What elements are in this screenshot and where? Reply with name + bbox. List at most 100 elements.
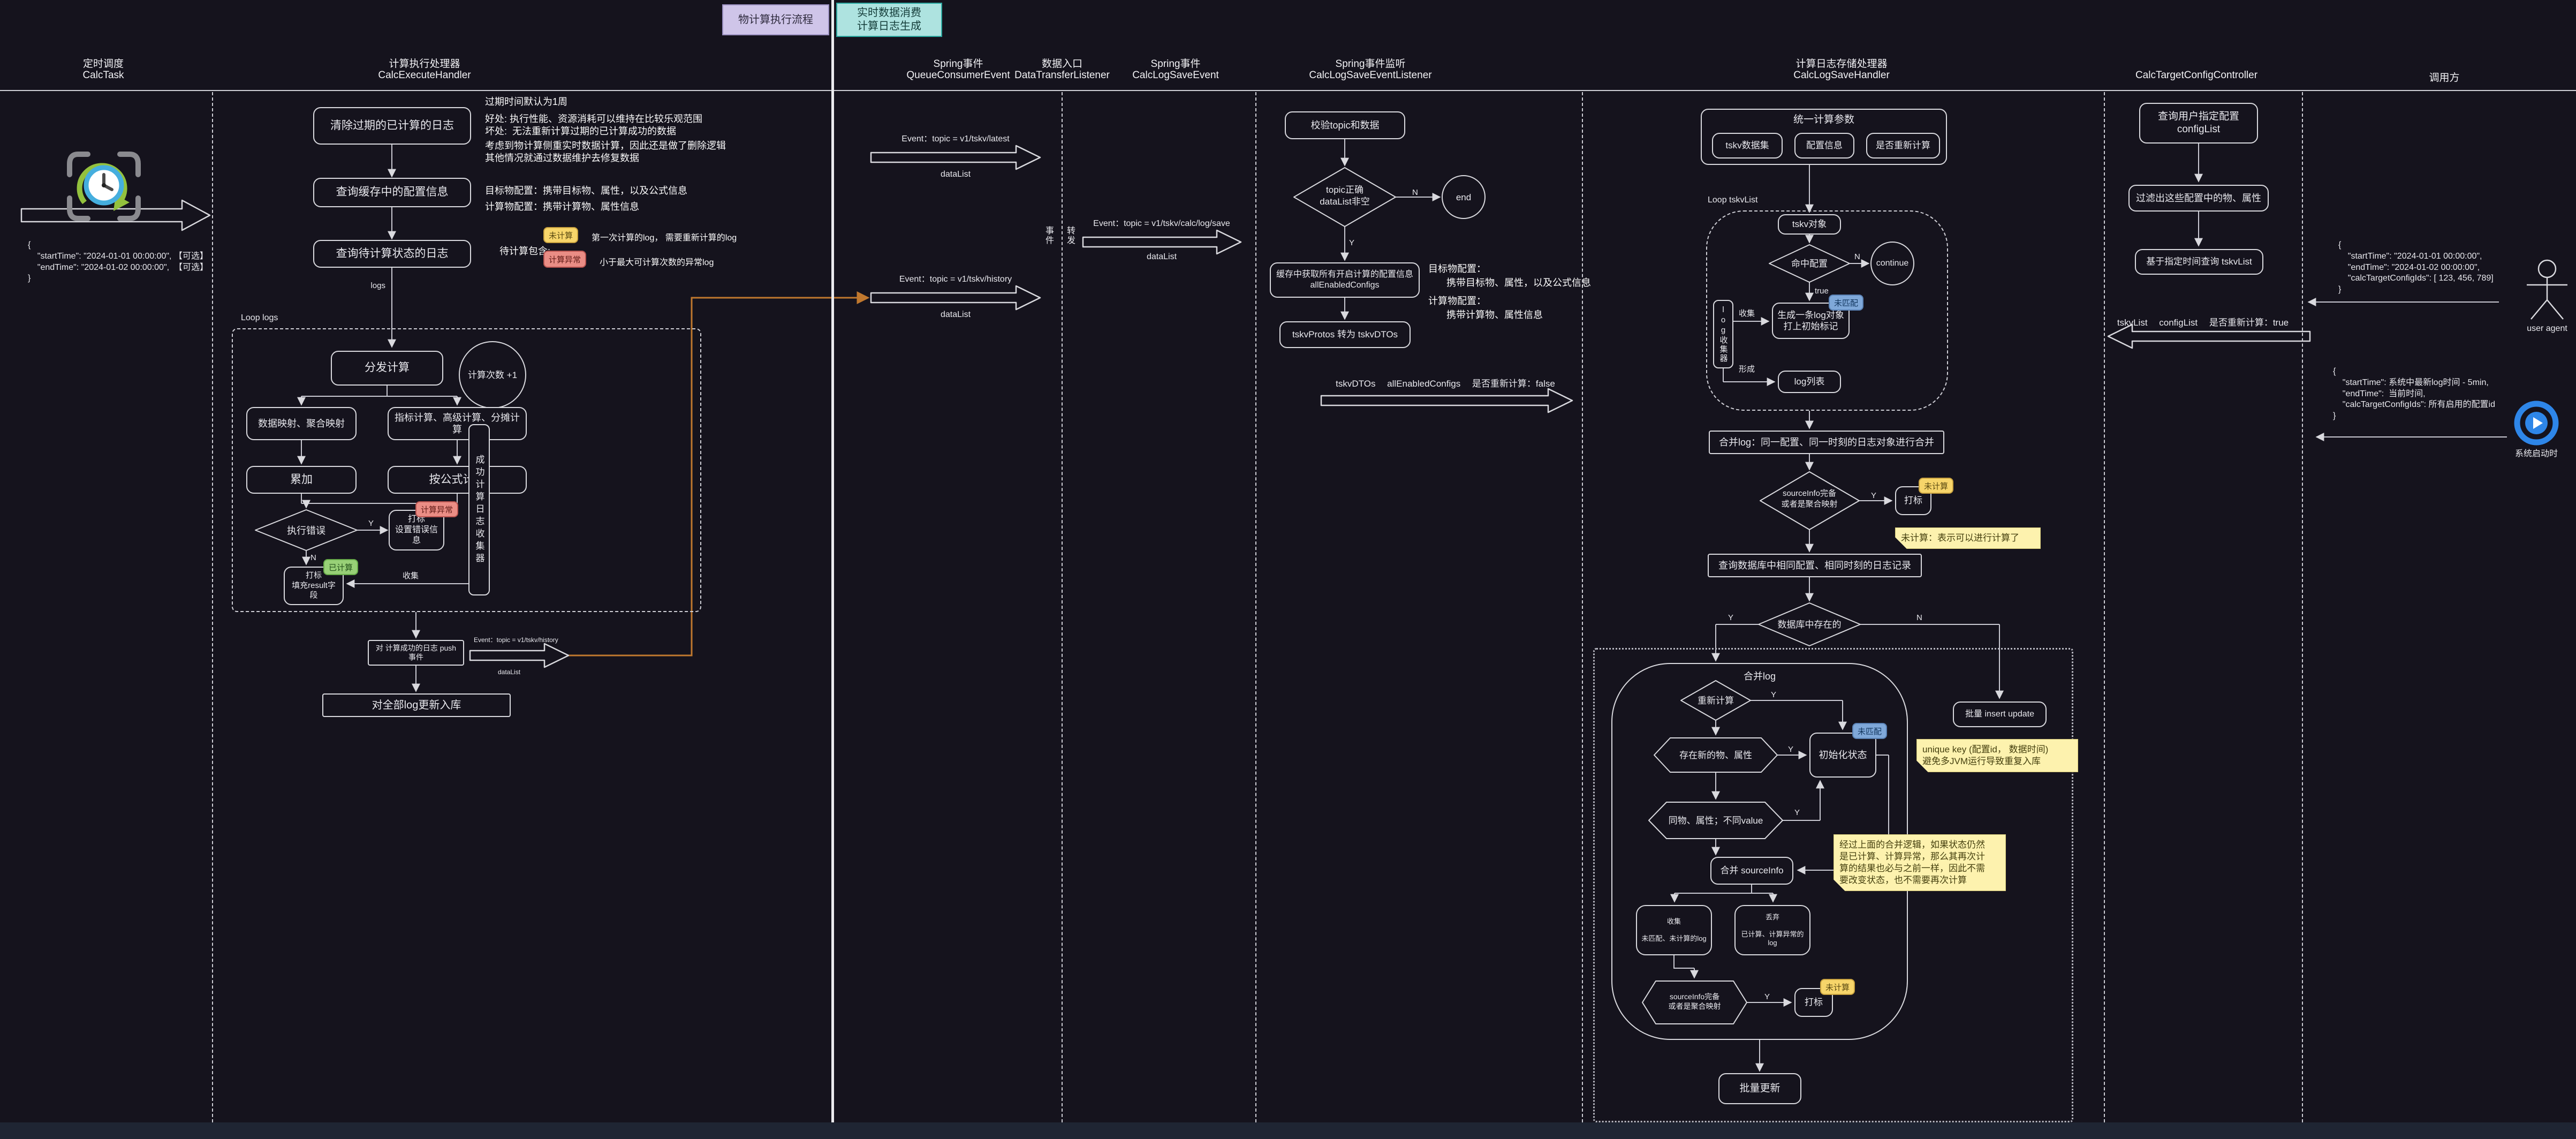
badge-calc-error: 计算异常 [543, 251, 586, 268]
calctask-request-json: { "startTime": "2024-01-01 00:00:00", 【可… [28, 240, 208, 284]
loop-logs-label: Loop logs [241, 313, 278, 324]
hit-config-diamond-label: 命中配置 [1772, 258, 1847, 270]
topic-check-yes: Y [1349, 238, 1354, 248]
hit-config-no: N [1854, 252, 1860, 262]
handler-collect-label: 收集 [1739, 308, 1755, 319]
badge-unmatched: 未匹配 [1829, 295, 1863, 311]
badge-unmatched-2: 未匹配 [1852, 723, 1887, 739]
legend-calc-flow: 物计算执行流程 [722, 4, 829, 35]
srcinfo-diamond-label: sourceInfo完备 或者是聚合映射 [1760, 488, 1859, 509]
logs-label: logs [353, 281, 385, 291]
listener-note-calc-1: 计算物配置： [1428, 293, 1486, 307]
loglist-box: log列表 [1778, 371, 1841, 393]
success-log-collector: 成功计算日志收集器 [468, 424, 490, 595]
event-history-datalist: dataList [862, 310, 1049, 321]
header-calctask-en: CalcTask [0, 70, 210, 81]
badge-uncalculated: 未计算 [543, 227, 578, 243]
note-bad: 坏处: 无法重新计算过期的已计算成功的数据 [485, 124, 676, 138]
note-target-config: 目标物配置：携带目标物、属性，以及公式信息 [485, 183, 687, 197]
tskv-object-box: tskv对象 [1778, 214, 1841, 235]
badge-calculated: 已计算 [323, 559, 358, 575]
calc-count-label: 计算次数 +1 [455, 369, 530, 381]
recalc-yes: Y [1771, 690, 1776, 700]
hit-config-true: true [1815, 286, 1829, 297]
step-accumulate: 累加 [246, 466, 357, 494]
step-query-user-config: 查询用户指定配置 configList [2139, 103, 2258, 144]
lifeline-2 [1062, 92, 1063, 1122]
header-handler-zh: 计算日志存储处理器 [1734, 56, 1949, 70]
note-pending-includes: 待计算包含: [499, 244, 550, 258]
header-exec-zh: 计算执行处理器 [317, 56, 532, 70]
exec-error-yes: Y [368, 518, 374, 529]
same-diff-yes: Y [1794, 808, 1800, 818]
lifeline-4 [1582, 92, 1583, 1122]
step-push-success-logs: 对 计算成功的日志 push事件 [368, 640, 464, 666]
listener-note-target-1: 目标物配置： [1428, 261, 1486, 275]
topic-check-diamond-label: topic正确 dataList非空 [1297, 184, 1393, 208]
exist-no: N [1916, 613, 1922, 623]
listener-note-target-2: 携带目标物、属性，以及公式信息 [1446, 275, 1591, 289]
event-save-label: Event：topic = v1/tskv/calc/log/save [1071, 218, 1253, 230]
controller-pass-label: tskvList configList 是否重新计算：true [2109, 317, 2297, 329]
step-update-all-logs: 对全部log更新入库 [322, 693, 511, 717]
listener-note-calc-2: 携带计算物、属性信息 [1446, 307, 1543, 321]
batch-insert-box: 批量 insert update [1953, 701, 2047, 727]
header-exec-en: CalcExecuteHandler [317, 70, 532, 81]
batch-update-box: 批量更新 [1718, 1073, 1801, 1104]
new-attr-yes: Y [1788, 744, 1793, 755]
same-diff-hex-label: 同物、属性；不同value [1649, 815, 1783, 827]
init-state-box: 初始化状态 [1809, 733, 1876, 778]
header-separator [0, 90, 2576, 91]
exist-diamond-label: 数据库中存在的 [1761, 619, 1858, 631]
exec-error-diamond-label: 执行错误 [263, 525, 349, 537]
discard-logs-box: 丢弃 已计算、计算异常的log [1734, 905, 1810, 955]
system-start-label: 系统启动时 [2499, 449, 2574, 460]
step-data-mapping: 数据映射、聚合映射 [246, 407, 357, 440]
end-circle-label: end [1442, 192, 1485, 203]
mergelog-title: 合并log [1611, 670, 1908, 683]
lifeline-6 [2302, 92, 2303, 1122]
event-latest-datalist: dataList [862, 169, 1049, 180]
merge-srcinfo-box: 合并 sourceInfo [1710, 857, 1793, 885]
bottom-bar [0, 1122, 2576, 1139]
exec-error-no: N [310, 553, 316, 563]
collect-label: 收集 [403, 571, 419, 582]
uncalculated-desc: 第一次计算的log， 需要重新计算的log [592, 230, 737, 243]
push-datalist-label: dataList [498, 668, 520, 677]
user-agent-icon [2527, 260, 2567, 319]
note-unique-key: unique key (配置id， 数据时间) 避免多JVM运行导致重复入库 [1916, 739, 2078, 772]
step-query-tskvlist: 基于指定时间查询 tskvList [2135, 249, 2263, 275]
step-query-cached-config: 查询缓存中的配置信息 [313, 178, 471, 207]
event-save-datalist: dataList [1071, 252, 1253, 263]
step-metric-calc: 指标计算、高级计算、分摊计算 [388, 407, 527, 440]
param-tskv-dataset: tskv数据集 [1712, 133, 1783, 159]
lifeline-5 [2104, 92, 2105, 1122]
topic-check-no: N [1412, 187, 1418, 198]
step-clean-expired-logs: 清除过期的已计算的日志 [313, 107, 471, 145]
header-caller: 调用方 [2337, 70, 2551, 84]
calc-error-desc: 小于最大可计算次数的异常log [600, 255, 714, 268]
header-listener-zh: Spring事件监听 [1263, 56, 1478, 70]
srcinfo2-yes: Y [1764, 992, 1770, 1002]
event-latest-label: Event：topic = v1/tskv/latest [862, 134, 1049, 145]
step-get-enabled-configs: 缓存中获取所有开启计算的配置信息 allEnabledConfigs [1270, 262, 1420, 298]
query-db-box: 查询数据库中相同配置、相同时刻的日志记录 [1708, 554, 1922, 577]
diagram-canvas: 物计算执行流程 实时数据消费 计算日志生成 定时调度 CalcTask 计算执行… [0, 0, 2576, 1139]
badge-uncalc-2: 未计算 [1820, 979, 1855, 995]
header-calctask-zh: 定时调度 [0, 56, 210, 70]
step-filter-attrs: 过滤出这些配置中的物、属性 [2128, 185, 2269, 212]
form-label: 形成 [1739, 364, 1755, 375]
srcinfo2-hex-label: sourceInfo完备 或者是聚合映射 [1642, 992, 1747, 1011]
caller-startup-json: { "startTime": 系统中最新log时间 - 5min, "endTi… [2333, 366, 2495, 422]
forward-label-1: 事件 [1042, 226, 1055, 245]
note-expire: 过期时间默认为1周 [485, 94, 567, 108]
collect-logs-box: 收集 未匹配、未计算的log [1636, 905, 1712, 955]
listener-pass-label: tskvDTOs allEnabledConfigs 是否重新计算：false [1317, 378, 1574, 390]
note-calc-config: 计算物配置：携带计算物、属性信息 [485, 199, 639, 213]
caller-request-json: { "startTime": "2024-01-01 00:00:00", "e… [2338, 240, 2494, 296]
header-controller: CalcTargetConfigController [2089, 70, 2304, 81]
unified-params-title: 统一计算参数 [1701, 114, 1947, 127]
param-config-info: 配置信息 [1794, 133, 1854, 159]
event-history-label: Event：topic = v1/tskv/history [862, 274, 1049, 285]
recalc-diamond-label: 重新计算 [1684, 695, 1748, 707]
